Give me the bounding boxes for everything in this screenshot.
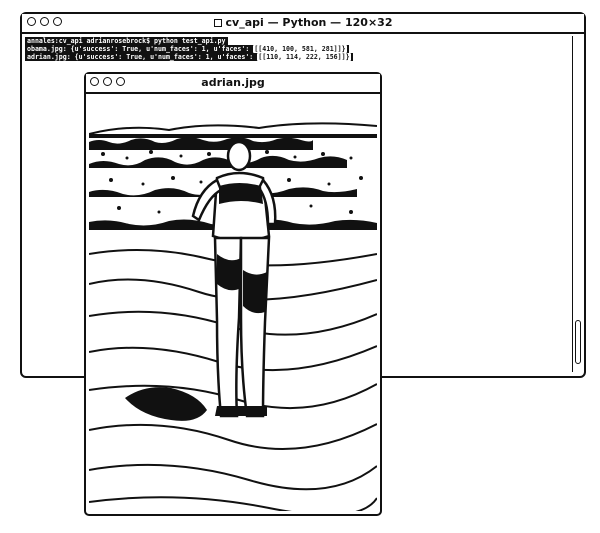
viewer-title: adrian.jpg (201, 76, 265, 89)
photo-image (89, 94, 377, 511)
close-button[interactable] (27, 17, 36, 26)
person-on-rocks-image (89, 94, 377, 511)
viewer-window-controls (90, 77, 125, 86)
terminal-scrollbar[interactable] (572, 36, 582, 372)
zoom-button[interactable] (116, 77, 125, 86)
close-button[interactable] (90, 77, 99, 86)
zoom-button[interactable] (53, 17, 62, 26)
terminal-window-controls (27, 17, 62, 26)
scrollbar-thumb[interactable] (575, 320, 581, 364)
minimize-button[interactable] (40, 17, 49, 26)
output-text: adrian.jpg: {u'success': True, u'num_fac… (27, 53, 258, 61)
folder-icon (213, 19, 222, 27)
viewer-title-bar[interactable]: adrian.jpg (86, 74, 380, 94)
terminal-title: cv_api — Python — 120×32 (225, 16, 393, 29)
terminal-line-output: adrian.jpg: {u'success': True, u'num_fac… (25, 53, 353, 61)
minimize-button[interactable] (103, 77, 112, 86)
image-viewer-window[interactable]: adrian.jpg (84, 72, 382, 516)
output-faces-value: [[110, 114, 222, 156]]} (257, 53, 351, 61)
terminal-title-bar[interactable]: cv_api — Python — 120×32 (22, 14, 584, 34)
